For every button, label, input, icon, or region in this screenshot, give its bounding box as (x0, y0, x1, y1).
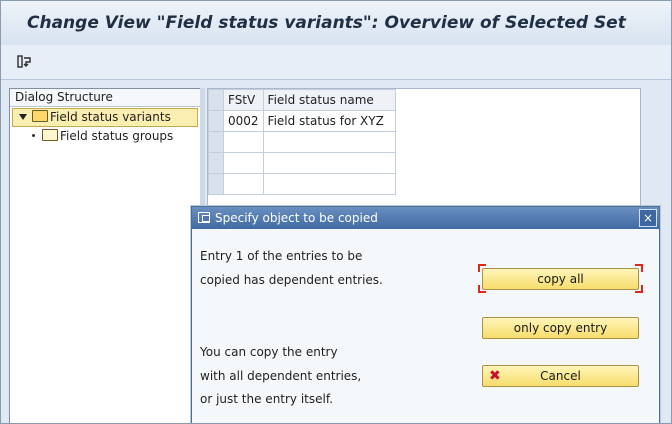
folder-icon (42, 129, 58, 141)
tree-item-label: Field status variants (50, 110, 171, 124)
cell-field-status-name[interactable] (262, 152, 396, 174)
copy-all-button[interactable]: copy all (482, 268, 639, 290)
row-selector[interactable] (208, 110, 224, 132)
open-folder-icon (32, 110, 48, 122)
dialog-message-line: or just the entry itself. (200, 392, 334, 406)
table-filler (394, 131, 575, 153)
row-selector[interactable] (208, 131, 224, 153)
row-selector[interactable] (208, 173, 224, 195)
display-change-icon[interactable] (17, 54, 33, 70)
expand-arrow-icon[interactable] (19, 114, 27, 120)
dialog-structure-header: Dialog Structure (10, 89, 200, 107)
title-bar: Change View "Field status variants": Ove… (1, 1, 671, 45)
tree-item-label: Field status groups (60, 129, 174, 143)
cell-field-status-name[interactable]: Field status for XYZ (262, 110, 396, 132)
cancel-button[interactable]: ✖ Cancel (482, 365, 639, 387)
dialog-title-bar: Specify object to be copied × (192, 207, 659, 229)
page-title: Change View "Field status variants": Ove… (27, 13, 626, 33)
cell-field-status-name[interactable] (262, 131, 396, 153)
cell-field-status-name[interactable] (262, 173, 396, 195)
sap-window: Change View "Field status variants": Ove… (0, 0, 672, 424)
field-status-table: FStV Field status name 0002 Field status… (208, 89, 575, 195)
table-row[interactable] (208, 131, 575, 153)
table-filler (394, 110, 575, 132)
table-header-row: FStV Field status name (208, 89, 575, 111)
cell-fstv[interactable]: 0002 (223, 110, 264, 132)
dialog-title: Specify object to be copied (215, 211, 378, 225)
cell-fstv[interactable] (223, 152, 264, 174)
cell-fstv[interactable] (223, 173, 264, 195)
only-copy-entry-button[interactable]: only copy entry (482, 317, 639, 339)
focus-corner (635, 285, 643, 293)
table-filler (394, 89, 575, 111)
table-row[interactable] (208, 173, 575, 195)
select-all-cell[interactable] (208, 89, 224, 111)
bullet-icon (32, 134, 35, 137)
column-header-field-status-name[interactable]: Field status name (262, 89, 396, 111)
focus-corner (635, 264, 643, 272)
cell-fstv[interactable] (223, 131, 264, 153)
table-filler (394, 152, 575, 174)
column-header-fstv[interactable]: FStV (223, 89, 264, 111)
focus-corner (478, 285, 486, 293)
cancel-icon: ✖ (489, 368, 501, 384)
row-selector[interactable] (208, 152, 224, 174)
dialog-message-line: with all dependent entries, (200, 369, 362, 383)
table-row[interactable]: 0002 Field status for XYZ (208, 110, 575, 132)
dialog-message-line: Entry 1 of the entries to be (200, 249, 363, 263)
close-button[interactable]: × (639, 209, 657, 227)
dialog-structure-panel: Dialog Structure Field status variants F… (9, 88, 201, 423)
dialog-message-line: copied has dependent entries. (200, 273, 383, 287)
table-row[interactable] (208, 152, 575, 174)
application-toolbar (1, 45, 671, 80)
tree-item-field-status-groups[interactable]: Field status groups (10, 127, 200, 146)
table-filler (394, 173, 575, 195)
tree-item-field-status-variants[interactable]: Field status variants (12, 108, 198, 127)
cancel-button-label: Cancel (540, 369, 581, 383)
copy-dialog: Specify object to be copied × Entry 1 of… (191, 206, 660, 423)
dialog-message-line: You can copy the entry (200, 345, 338, 359)
copy-icon (198, 212, 210, 223)
focus-corner (478, 264, 486, 272)
